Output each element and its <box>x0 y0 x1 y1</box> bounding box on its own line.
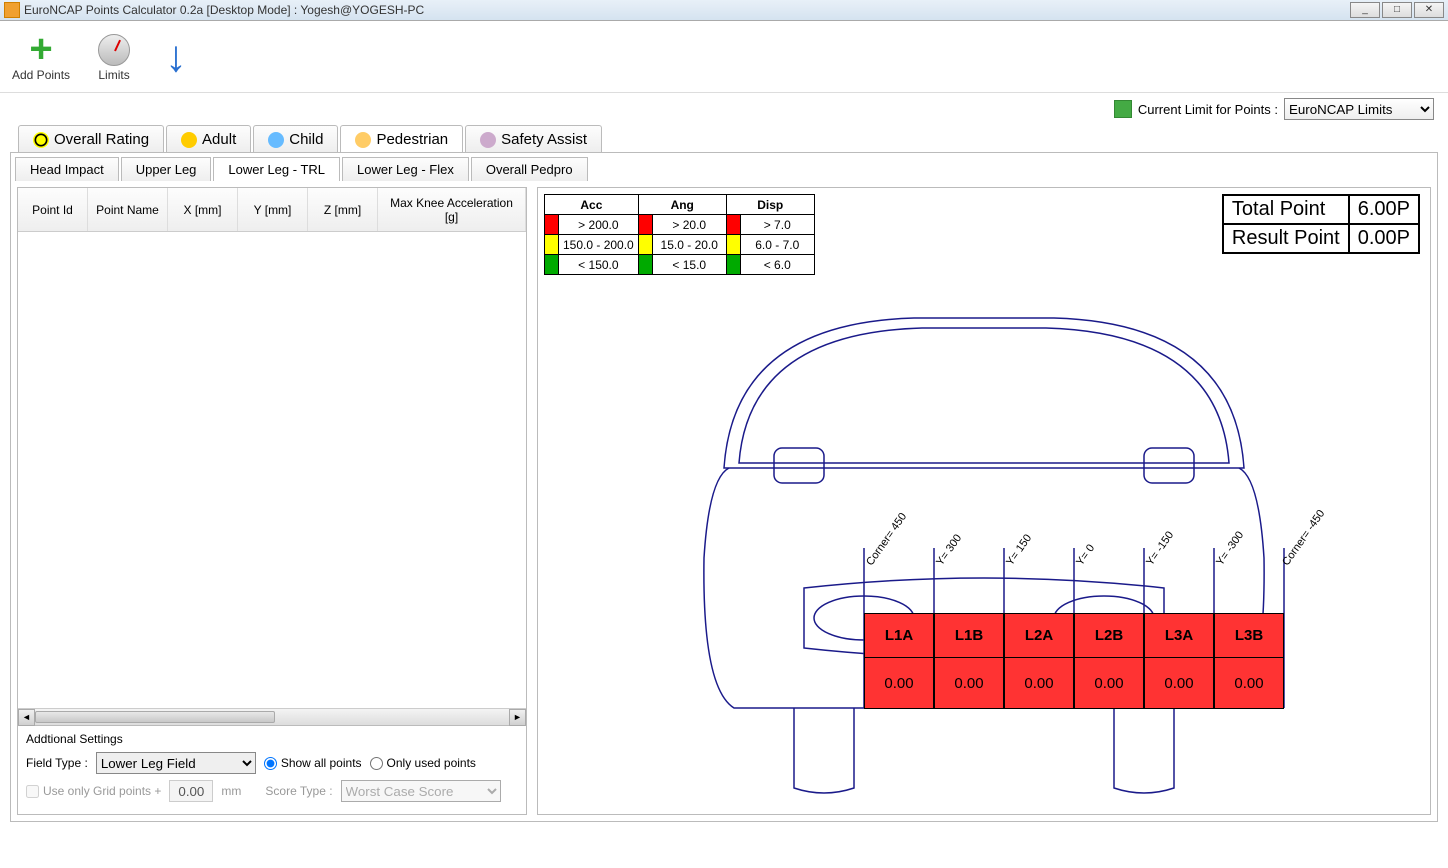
legend-h-acc: Acc <box>545 195 639 215</box>
main-tabs: Overall Rating Adult Child Pedestrian Sa… <box>18 125 1448 152</box>
subtab-lower-leg-trl[interactable]: Lower Leg - TRL <box>213 157 340 181</box>
col-max-knee-accel: Max Knee Acceleration [g] <box>378 188 526 231</box>
col-point-id: Point Id <box>18 188 88 231</box>
col-z: Z [mm] <box>308 188 378 231</box>
limits-button[interactable]: Limits <box>92 28 136 86</box>
bumper-cell[interactable]: L2B0.00 <box>1074 613 1144 709</box>
add-points-button[interactable]: + Add Points <box>8 28 74 86</box>
toolbar: + Add Points Limits ↓ <box>0 21 1448 93</box>
subtab-head-impact[interactable]: Head Impact <box>15 157 119 181</box>
tab-overall-rating[interactable]: Overall Rating <box>18 125 164 152</box>
show-all-radio[interactable]: Show all points <box>264 756 362 770</box>
bumper-grid: L1A0.00 L1B0.00 L2A0.00 L2B0.00 L3A0.00 … <box>864 613 1284 709</box>
swatch-yellow <box>726 235 740 255</box>
col-point-name: Point Name <box>88 188 168 231</box>
grid-header: Point Id Point Name X [mm] Y [mm] Z [mm]… <box>18 188 526 232</box>
car-svg <box>674 308 1294 798</box>
bumper-cell[interactable]: L1B0.00 <box>934 613 1004 709</box>
download-button[interactable]: ↓ <box>154 35 198 79</box>
limits-bar: Current Limit for Points : EuroNCAP Limi… <box>0 93 1448 125</box>
sub-tabs: Head Impact Upper Leg Lower Leg - TRL Lo… <box>11 153 1437 181</box>
legend-table: AccAngDisp > 200.0 > 20.0 > 7.0 150.0 - … <box>544 194 815 275</box>
swatch-green <box>638 255 652 275</box>
subtab-lower-leg-flex[interactable]: Lower Leg - Flex <box>342 157 469 181</box>
close-button[interactable]: ✕ <box>1414 2 1444 18</box>
field-type-label: Field Type : <box>26 756 88 770</box>
minimize-button[interactable]: _ <box>1350 2 1380 18</box>
bumper-cell[interactable]: L3A0.00 <box>1144 613 1214 709</box>
maximize-button[interactable]: □ <box>1382 2 1412 18</box>
swatch-red <box>726 215 740 235</box>
tab-label: Adult <box>202 131 236 148</box>
pedestrian-icon <box>355 132 371 148</box>
limits-label: Limits <box>98 68 129 82</box>
grid-mm-input <box>169 780 213 802</box>
child-icon <box>268 132 284 148</box>
plus-icon: + <box>23 32 59 68</box>
scroll-right-icon[interactable]: ► <box>509 709 526 726</box>
main-panel: Head Impact Upper Leg Lower Leg - TRL Lo… <box>10 152 1438 822</box>
scroll-left-icon[interactable]: ◄ <box>18 709 35 726</box>
tab-label: Safety Assist <box>501 131 587 148</box>
use-grid-checkbox[interactable]: Use only Grid points + <box>26 784 161 798</box>
additional-settings: Addtional Settings Field Type : Lower Le… <box>18 725 526 814</box>
add-points-label: Add Points <box>12 68 70 82</box>
mm-unit: mm <box>221 784 241 798</box>
safety-assist-icon <box>480 132 496 148</box>
window-controls: _ □ ✕ <box>1350 2 1444 18</box>
total-point-value: 6.00P <box>1349 195 1419 224</box>
tab-pedestrian[interactable]: Pedestrian <box>340 125 463 152</box>
visualization-pane: AccAngDisp > 200.0 > 20.0 > 7.0 150.0 - … <box>537 187 1431 815</box>
subtab-overall-pedpro[interactable]: Overall Pedpro <box>471 157 588 181</box>
adult-icon <box>181 132 197 148</box>
bumper-cell[interactable]: L3B0.00 <box>1214 613 1284 709</box>
legend-h-ang: Ang <box>638 195 726 215</box>
dial-icon <box>96 32 132 68</box>
car-diagram: Corner= 450 Y= 300 Y= 150 Y= 0 Y= -150 Y… <box>674 308 1294 798</box>
limits-select[interactable]: EuroNCAP Limits <box>1284 98 1434 120</box>
limits-bar-icon <box>1114 100 1132 118</box>
tab-label: Child <box>289 131 323 148</box>
horizontal-scrollbar[interactable]: ◄ ► <box>18 708 526 725</box>
result-point-label: Result Point <box>1223 224 1349 253</box>
swatch-green <box>545 255 559 275</box>
limits-bar-label: Current Limit for Points : <box>1138 102 1278 117</box>
window-title: EuroNCAP Points Calculator 0.2a [Desktop… <box>24 3 1350 17</box>
swatch-red <box>638 215 652 235</box>
tab-label: Pedestrian <box>376 131 448 148</box>
swatch-green <box>726 255 740 275</box>
score-type-select: Worst Case Score <box>341 780 501 802</box>
settings-title: Addtional Settings <box>26 732 518 746</box>
app-icon <box>4 2 20 18</box>
col-y: Y [mm] <box>238 188 308 231</box>
scroll-thumb[interactable] <box>35 711 275 723</box>
tab-label: Overall Rating <box>54 131 149 148</box>
score-type-label: Score Type : <box>265 784 332 798</box>
points-table-pane: Point Id Point Name X [mm] Y [mm] Z [mm]… <box>17 187 527 815</box>
swatch-red <box>545 215 559 235</box>
result-point-value: 0.00P <box>1349 224 1419 253</box>
tab-child[interactable]: Child <box>253 125 338 152</box>
tab-safety-assist[interactable]: Safety Assist <box>465 125 602 152</box>
total-point-label: Total Point <box>1223 195 1349 224</box>
tab-adult[interactable]: Adult <box>166 125 251 152</box>
subtab-upper-leg[interactable]: Upper Leg <box>121 157 212 181</box>
content-row: Point Id Point Name X [mm] Y [mm] Z [mm]… <box>11 181 1437 821</box>
bumper-cell[interactable]: L2A0.00 <box>1004 613 1074 709</box>
grid-body[interactable] <box>18 232 526 708</box>
overall-rating-icon <box>33 132 49 148</box>
legend-h-disp: Disp <box>726 195 814 215</box>
titlebar: EuroNCAP Points Calculator 0.2a [Desktop… <box>0 0 1448 21</box>
bumper-cell[interactable]: L1A0.00 <box>864 613 934 709</box>
swatch-yellow <box>545 235 559 255</box>
swatch-yellow <box>638 235 652 255</box>
col-x: X [mm] <box>168 188 238 231</box>
result-table: Total Point6.00P Result Point0.00P <box>1222 194 1420 254</box>
field-type-select[interactable]: Lower Leg Field <box>96 752 256 774</box>
arrow-down-icon: ↓ <box>158 39 194 75</box>
only-used-radio[interactable]: Only used points <box>370 756 476 770</box>
